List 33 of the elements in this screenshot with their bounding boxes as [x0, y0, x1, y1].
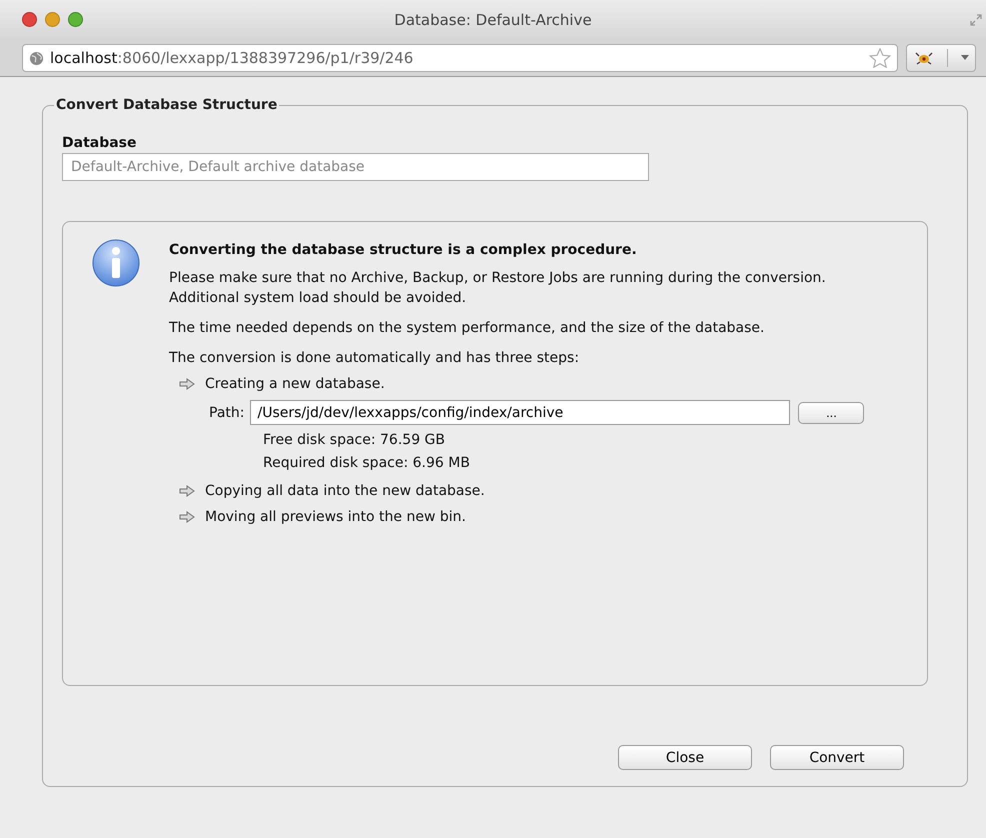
globe-icon — [29, 50, 44, 66]
extension-button[interactable] — [906, 44, 976, 72]
address-bar[interactable]: localhost:8060/lexxapp/1388397296/p1/r39/246 — [22, 44, 898, 72]
step-text: Moving all previews into the new bin. — [205, 509, 466, 525]
caret-icon — [960, 55, 968, 61]
info-paragraph: The time needed depends on the system performance, and the size of the database. — [169, 319, 766, 338]
info-heading: Converting the database structure is a complex procedure. — [169, 242, 638, 258]
bug-icon — [914, 50, 934, 66]
path-field[interactable]: /Users/jd/dev/lexxapps/config/index/archive — [250, 400, 790, 425]
panel-legend: Convert Database Structure — [54, 97, 280, 113]
browse-button[interactable]: ... — [798, 402, 864, 424]
minimize-window-button[interactable] — [45, 12, 60, 27]
close-window-button[interactable] — [22, 12, 37, 27]
arrow-icon — [179, 378, 195, 390]
step-text: Creating a new database. — [205, 376, 385, 392]
info-paragraph: Please make sure that no Archive, Backup, or Restore Jobs are running during the conversion. Additional system load should be avoided. — [169, 269, 827, 308]
star-icon[interactable] — [869, 48, 891, 68]
dialog-button[interactable]: Close — [618, 745, 752, 770]
path-label: Path: — [209, 404, 244, 420]
fullscreen-icon[interactable] — [970, 14, 982, 26]
url-text: localhost:8060/lexxapp/1388397296/p1/r39/246 — [50, 49, 414, 67]
arrow-icon — [179, 511, 195, 523]
disk-space-text: Required disk space: 6.96 MB — [263, 454, 471, 473]
database-label: Database — [62, 135, 138, 151]
info-paragraph: The conversion is done automatically and has three steps: — [169, 349, 580, 368]
disk-space-text: Free disk space: 76.59 GB — [263, 431, 446, 450]
zoom-window-button[interactable] — [68, 12, 83, 27]
dialog-button[interactable]: Convert — [770, 745, 904, 770]
arrow-icon — [179, 485, 195, 497]
database-field[interactable]: Default-Archive, Default archive database — [62, 153, 649, 181]
window-title: Database: Default-Archive — [394, 11, 592, 29]
step-text: Copying all data into the new database. — [205, 483, 485, 499]
info-icon — [91, 238, 141, 288]
